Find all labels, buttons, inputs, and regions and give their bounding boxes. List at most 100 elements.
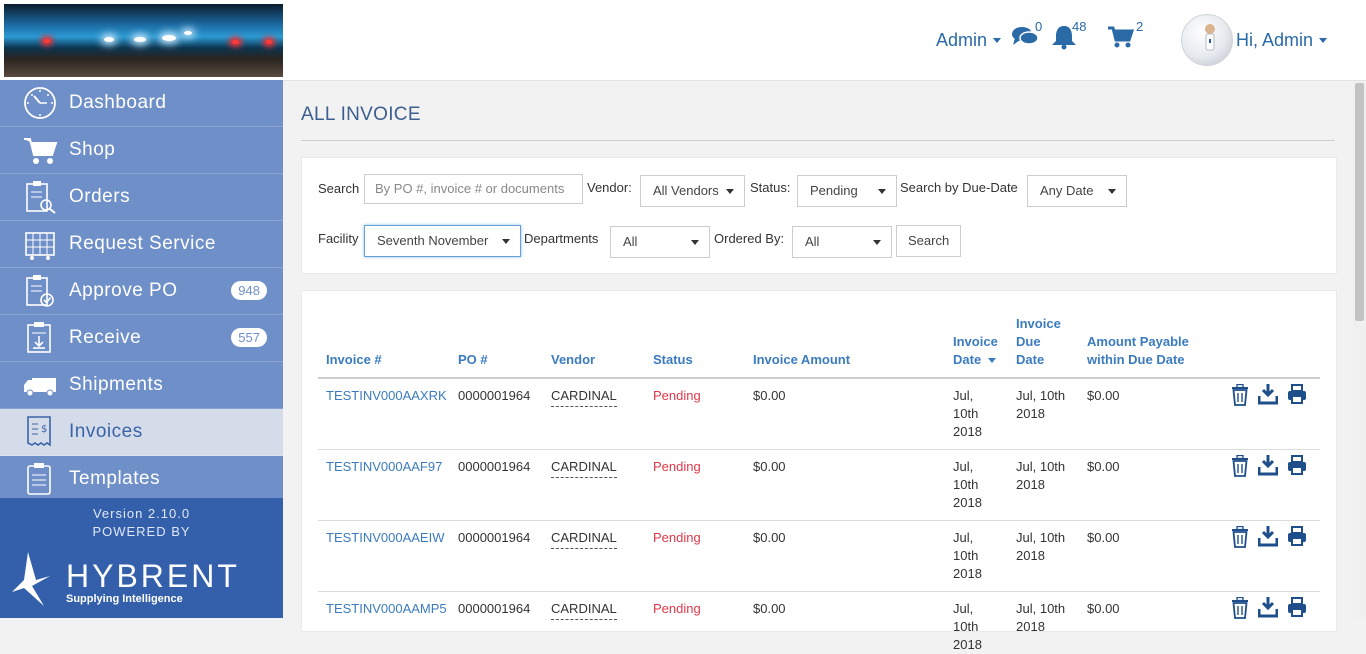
sidebar-item-label: Approve PO: [69, 280, 178, 301]
sidebar-item-receive[interactable]: Receive 557: [0, 315, 283, 362]
column-header-line: within Due Date: [1087, 352, 1185, 367]
vendor-name[interactable]: CARDINAL: [551, 458, 617, 478]
printer-icon[interactable]: [1287, 525, 1307, 547]
download-icon[interactable]: [1257, 383, 1279, 405]
invoice-date-line: Jul,: [953, 459, 974, 474]
invoice-table: Invoice # PO # Vendor Status Invoice Amo…: [301, 290, 1337, 652]
departments-select[interactable]: All: [610, 226, 710, 258]
chevron-down-icon: [878, 189, 886, 194]
sidebar-item-label: Orders: [69, 186, 131, 207]
sidebar: Dashboard Shop Orders Request Service Ap…: [0, 80, 283, 618]
search-input[interactable]: By PO #, invoice # or documents: [364, 174, 583, 204]
ordered-by-select[interactable]: All: [792, 226, 892, 258]
ordered-by-label: Ordered By:: [714, 231, 785, 246]
due-date-select-value: Any Date: [1040, 183, 1094, 198]
due-date: Jul, 10th 2018: [1016, 600, 1065, 636]
sidebar-item-templates[interactable]: Templates: [0, 456, 283, 503]
user-menu[interactable]: Hi, Admin: [1236, 0, 1328, 80]
invoice-number-link[interactable]: TESTINV000AAEIW: [326, 529, 444, 547]
chevron-down-icon: [726, 189, 734, 194]
scrollbar-thumb[interactable]: [1355, 83, 1364, 321]
vendor-label: Vendor:: [587, 180, 632, 195]
invoice-number-link[interactable]: TESTINV000AAMP5: [326, 600, 447, 618]
status-select[interactable]: Pending: [797, 175, 897, 207]
user-greeting[interactable]: Hi, Admin: [1236, 30, 1313, 51]
sidebar-item-label: Invoices: [69, 421, 143, 442]
page-title: ALL INVOICE: [301, 104, 421, 125]
sidebar-item-invoices[interactable]: $ Invoices: [0, 409, 283, 456]
trash-icon[interactable]: [1230, 383, 1250, 406]
templates-icon: [27, 463, 51, 495]
svg-text:$: $: [41, 424, 47, 435]
due-date-select[interactable]: Any Date: [1027, 175, 1127, 207]
trash-icon[interactable]: [1230, 454, 1250, 477]
brand-tagline: Supplying Intelligence: [66, 593, 183, 605]
column-header-invoice-date[interactable]: Invoice Date: [953, 333, 998, 369]
po-number: 0000001964: [458, 459, 531, 474]
admin-menu[interactable]: Admin: [936, 0, 1002, 80]
column-header-due-date[interactable]: Invoice Due Date: [1016, 315, 1061, 369]
shopping-cart-icon[interactable]: [1107, 24, 1135, 50]
facility-select-value: Seventh November: [377, 233, 489, 248]
printer-icon[interactable]: [1287, 454, 1307, 476]
vendor-name[interactable]: CARDINAL: [551, 387, 617, 407]
column-header-status[interactable]: Status: [653, 351, 693, 369]
row-divider: [318, 591, 1320, 592]
vendor-name[interactable]: CARDINAL: [551, 600, 617, 620]
column-header-amount-payable[interactable]: Amount Payable within Due Date: [1087, 333, 1189, 369]
status-text: Pending: [653, 459, 701, 474]
search-button[interactable]: Search: [896, 225, 962, 257]
invoice-number-link[interactable]: TESTINV000AAXRK: [326, 387, 447, 405]
vendor-select[interactable]: All Vendors: [640, 175, 745, 207]
admin-menu-label[interactable]: Admin: [936, 30, 987, 51]
column-header-line: Invoice: [1016, 316, 1061, 331]
brand-name: HYBRENT: [66, 558, 240, 594]
facility-select[interactable]: Seventh November: [364, 225, 521, 257]
status-label: Status:: [750, 180, 791, 195]
invoice-date: Jul, 10th 2018: [953, 600, 982, 654]
sidebar-item-shipments[interactable]: Shipments: [0, 362, 283, 409]
header-banner-image[interactable]: [4, 4, 283, 77]
due-date-line: Jul, 10th: [1016, 601, 1066, 616]
column-header-line: Amount Payable: [1087, 334, 1189, 349]
column-header-line: Due: [1016, 334, 1041, 349]
invoice-number-link[interactable]: TESTINV000AAF97: [326, 458, 442, 476]
due-date-line: 2018: [1016, 477, 1045, 492]
invoice-date: Jul, 10th 2018: [953, 529, 982, 583]
sidebar-item-request-service[interactable]: Request Service: [0, 221, 283, 268]
chevron-down-icon: [502, 239, 510, 244]
sidebar-item-approve-po[interactable]: Approve PO 948: [0, 268, 283, 315]
column-header-vendor[interactable]: Vendor: [551, 351, 595, 369]
cart-icon: [24, 138, 58, 164]
sidebar-item-dashboard[interactable]: Dashboard: [0, 80, 283, 127]
download-icon[interactable]: [1257, 454, 1279, 476]
invoice-date-line: Jul,: [953, 601, 974, 616]
invoice-date-line: 2018: [953, 424, 982, 439]
invoice-amount: $0.00: [753, 388, 786, 403]
due-date: Jul, 10th 2018: [1016, 387, 1065, 423]
chevron-down-icon: [1319, 37, 1328, 43]
invoice-icon: $: [27, 416, 51, 447]
due-date: Jul, 10th 2018: [1016, 529, 1065, 565]
row-divider: [318, 449, 1320, 450]
column-header-po[interactable]: PO #: [458, 351, 488, 369]
departments-label: Departments: [524, 231, 599, 246]
download-icon[interactable]: [1257, 525, 1279, 547]
invoice-date: Jul, 10th 2018: [953, 387, 982, 441]
column-header-invoice[interactable]: Invoice #: [326, 351, 382, 369]
printer-icon[interactable]: [1287, 383, 1307, 405]
column-header-invoice-amount[interactable]: Invoice Amount: [753, 351, 850, 369]
download-icon[interactable]: [1257, 596, 1279, 618]
trash-icon[interactable]: [1230, 525, 1250, 548]
facility-label: Facility: [318, 231, 359, 246]
vendor-name[interactable]: CARDINAL: [551, 529, 617, 549]
trash-icon[interactable]: [1230, 596, 1250, 619]
sidebar-item-orders[interactable]: Orders: [0, 174, 283, 221]
printer-icon[interactable]: [1287, 596, 1307, 618]
approve-po-icon: [26, 275, 54, 307]
top-bar: Admin 0 48 2 Hi, Admin: [0, 0, 1366, 81]
sidebar-item-shop[interactable]: Shop: [0, 127, 283, 174]
hybrent-logo-icon: [12, 552, 50, 606]
invoice-date-line: 10th: [953, 406, 979, 421]
avatar[interactable]: [1181, 14, 1233, 66]
